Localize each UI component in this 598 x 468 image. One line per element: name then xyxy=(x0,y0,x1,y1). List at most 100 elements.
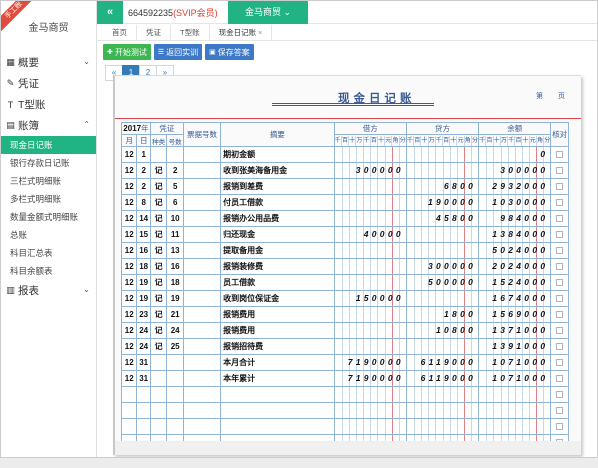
sidebar-item-general-ledger[interactable]: 总账 xyxy=(1,226,96,244)
kind-cell[interactable]: 记 xyxy=(149,338,168,355)
balance-cell[interactable]: 1569000 xyxy=(478,306,552,323)
save-answer-button[interactable]: ▣ 保存答案 xyxy=(205,44,254,60)
kind-cell[interactable]: 记 xyxy=(149,274,168,291)
month-cell[interactable]: 12 xyxy=(120,338,138,355)
kind-cell[interactable] xyxy=(149,146,168,163)
check-checkbox[interactable] xyxy=(556,295,564,302)
company-selector[interactable]: 金马商贸 ⌄ xyxy=(228,1,308,24)
check-checkbox[interactable] xyxy=(556,343,564,350)
sidebar-item-subject-summary[interactable]: 科目汇总表 xyxy=(1,244,96,262)
debit-cell[interactable] xyxy=(333,274,407,291)
tab-home[interactable]: 首页 xyxy=(103,25,137,40)
num-cell[interactable] xyxy=(166,386,184,403)
voucher-no-cell[interactable] xyxy=(182,306,222,323)
kind-cell[interactable]: 记 xyxy=(149,242,168,259)
check-checkbox[interactable] xyxy=(556,167,564,174)
month-cell[interactable]: 12 xyxy=(120,370,138,387)
num-cell[interactable] xyxy=(166,354,184,371)
check-checkbox[interactable] xyxy=(556,359,564,366)
num-cell[interactable]: 2 xyxy=(166,162,184,179)
debit-cell[interactable] xyxy=(333,210,407,227)
month-cell[interactable] xyxy=(120,402,138,419)
summary-cell[interactable]: 报销办公用品费 xyxy=(220,210,335,227)
check-checkbox[interactable] xyxy=(556,247,564,254)
credit-cell[interactable]: 6119000 xyxy=(405,354,480,371)
sidebar-group-books[interactable]: ▤ 账簿 ⌃ xyxy=(1,115,96,136)
summary-cell[interactable]: 提取备用金 xyxy=(220,242,335,259)
debit-cell[interactable]: 300000 xyxy=(333,162,407,179)
balance-cell[interactable] xyxy=(478,386,552,403)
summary-cell[interactable]: 报销费用 xyxy=(220,322,335,339)
kind-cell[interactable]: 记 xyxy=(149,322,168,339)
voucher-no-cell[interactable] xyxy=(182,242,222,259)
balance-cell[interactable]: 0 xyxy=(478,146,552,163)
sidebar-group-overview[interactable]: ▦ 概要 ⌄ xyxy=(1,52,96,73)
credit-cell[interactable]: 10800 xyxy=(405,322,480,339)
debit-cell[interactable] xyxy=(333,258,407,275)
day-cell[interactable]: 15 xyxy=(136,226,151,243)
balance-cell[interactable]: 2024000 xyxy=(478,258,552,275)
credit-cell[interactable]: 6119000 xyxy=(405,370,480,387)
balance-cell[interactable]: 1071000 xyxy=(478,370,552,387)
day-cell[interactable]: 16 xyxy=(136,242,151,259)
tab-cash-journal[interactable]: 现金日记账 × xyxy=(210,25,273,40)
day-cell[interactable]: 19 xyxy=(136,290,151,307)
voucher-no-cell[interactable] xyxy=(182,194,222,211)
debit-cell[interactable] xyxy=(333,418,407,435)
num-cell[interactable]: 10 xyxy=(166,210,184,227)
debit-cell[interactable] xyxy=(333,306,407,323)
balance-cell[interactable]: 1371000 xyxy=(478,322,552,339)
day-cell[interactable]: 19 xyxy=(136,274,151,291)
sidebar-group-voucher[interactable]: ✎ 凭证 xyxy=(1,73,96,94)
num-cell[interactable] xyxy=(166,402,184,419)
month-cell[interactable]: 12 xyxy=(120,258,138,275)
sidebar-item-subject-balance[interactable]: 科目余额表 xyxy=(1,262,96,280)
kind-cell[interactable]: 记 xyxy=(149,162,168,179)
voucher-no-cell[interactable] xyxy=(182,402,222,419)
check-checkbox[interactable] xyxy=(556,231,564,238)
kind-cell[interactable] xyxy=(149,354,168,371)
sidebar-item-multi-column[interactable]: 多栏式明细账 xyxy=(1,190,96,208)
tab-voucher[interactable]: 凭证 xyxy=(137,25,171,40)
month-cell[interactable]: 12 xyxy=(120,274,138,291)
summary-cell[interactable] xyxy=(220,418,335,435)
month-cell[interactable]: 12 xyxy=(120,290,138,307)
debit-cell[interactable]: 7190000 xyxy=(333,370,407,387)
num-cell[interactable]: 11 xyxy=(166,226,184,243)
check-checkbox[interactable] xyxy=(556,407,564,414)
check-checkbox[interactable] xyxy=(556,423,564,430)
debit-cell[interactable] xyxy=(333,402,407,419)
debit-cell[interactable] xyxy=(333,146,407,163)
summary-cell[interactable]: 报销费用 xyxy=(220,306,335,323)
credit-cell[interactable]: 6800 xyxy=(405,178,480,195)
day-cell[interactable]: 24 xyxy=(136,322,151,339)
num-cell[interactable] xyxy=(166,370,184,387)
credit-cell[interactable]: 45800 xyxy=(405,210,480,227)
kind-cell[interactable]: 记 xyxy=(149,258,168,275)
day-cell[interactable]: 23 xyxy=(136,306,151,323)
sidebar-group-reports[interactable]: ▥ 报表 ⌄ xyxy=(1,280,96,301)
collapse-sidebar-button[interactable]: « xyxy=(97,1,123,24)
month-cell[interactable] xyxy=(120,386,138,403)
sidebar-item-three-column[interactable]: 三栏式明细账 xyxy=(1,172,96,190)
summary-cell[interactable]: 报销装修费 xyxy=(220,258,335,275)
credit-cell[interactable]: 1800 xyxy=(405,306,480,323)
day-cell[interactable] xyxy=(136,418,151,435)
credit-cell[interactable] xyxy=(405,146,480,163)
balance-cell[interactable]: 1524000 xyxy=(478,274,552,291)
check-checkbox[interactable] xyxy=(556,151,564,158)
check-checkbox[interactable] xyxy=(556,327,564,334)
kind-cell[interactable]: 记 xyxy=(149,306,168,323)
kind-cell[interactable]: 记 xyxy=(149,178,168,195)
num-cell[interactable]: 6 xyxy=(166,194,184,211)
month-cell[interactable] xyxy=(120,418,138,435)
check-checkbox[interactable] xyxy=(556,183,564,190)
tab-t-account[interactable]: T型账 xyxy=(171,25,210,40)
balance-cell[interactable]: 2932000 xyxy=(478,178,552,195)
debit-cell[interactable]: 7190000 xyxy=(333,354,407,371)
summary-cell[interactable]: 收到岗位保证金 xyxy=(220,290,335,307)
voucher-no-cell[interactable] xyxy=(182,146,222,163)
month-cell[interactable]: 12 xyxy=(120,354,138,371)
voucher-no-cell[interactable] xyxy=(182,226,222,243)
num-cell[interactable]: 21 xyxy=(166,306,184,323)
